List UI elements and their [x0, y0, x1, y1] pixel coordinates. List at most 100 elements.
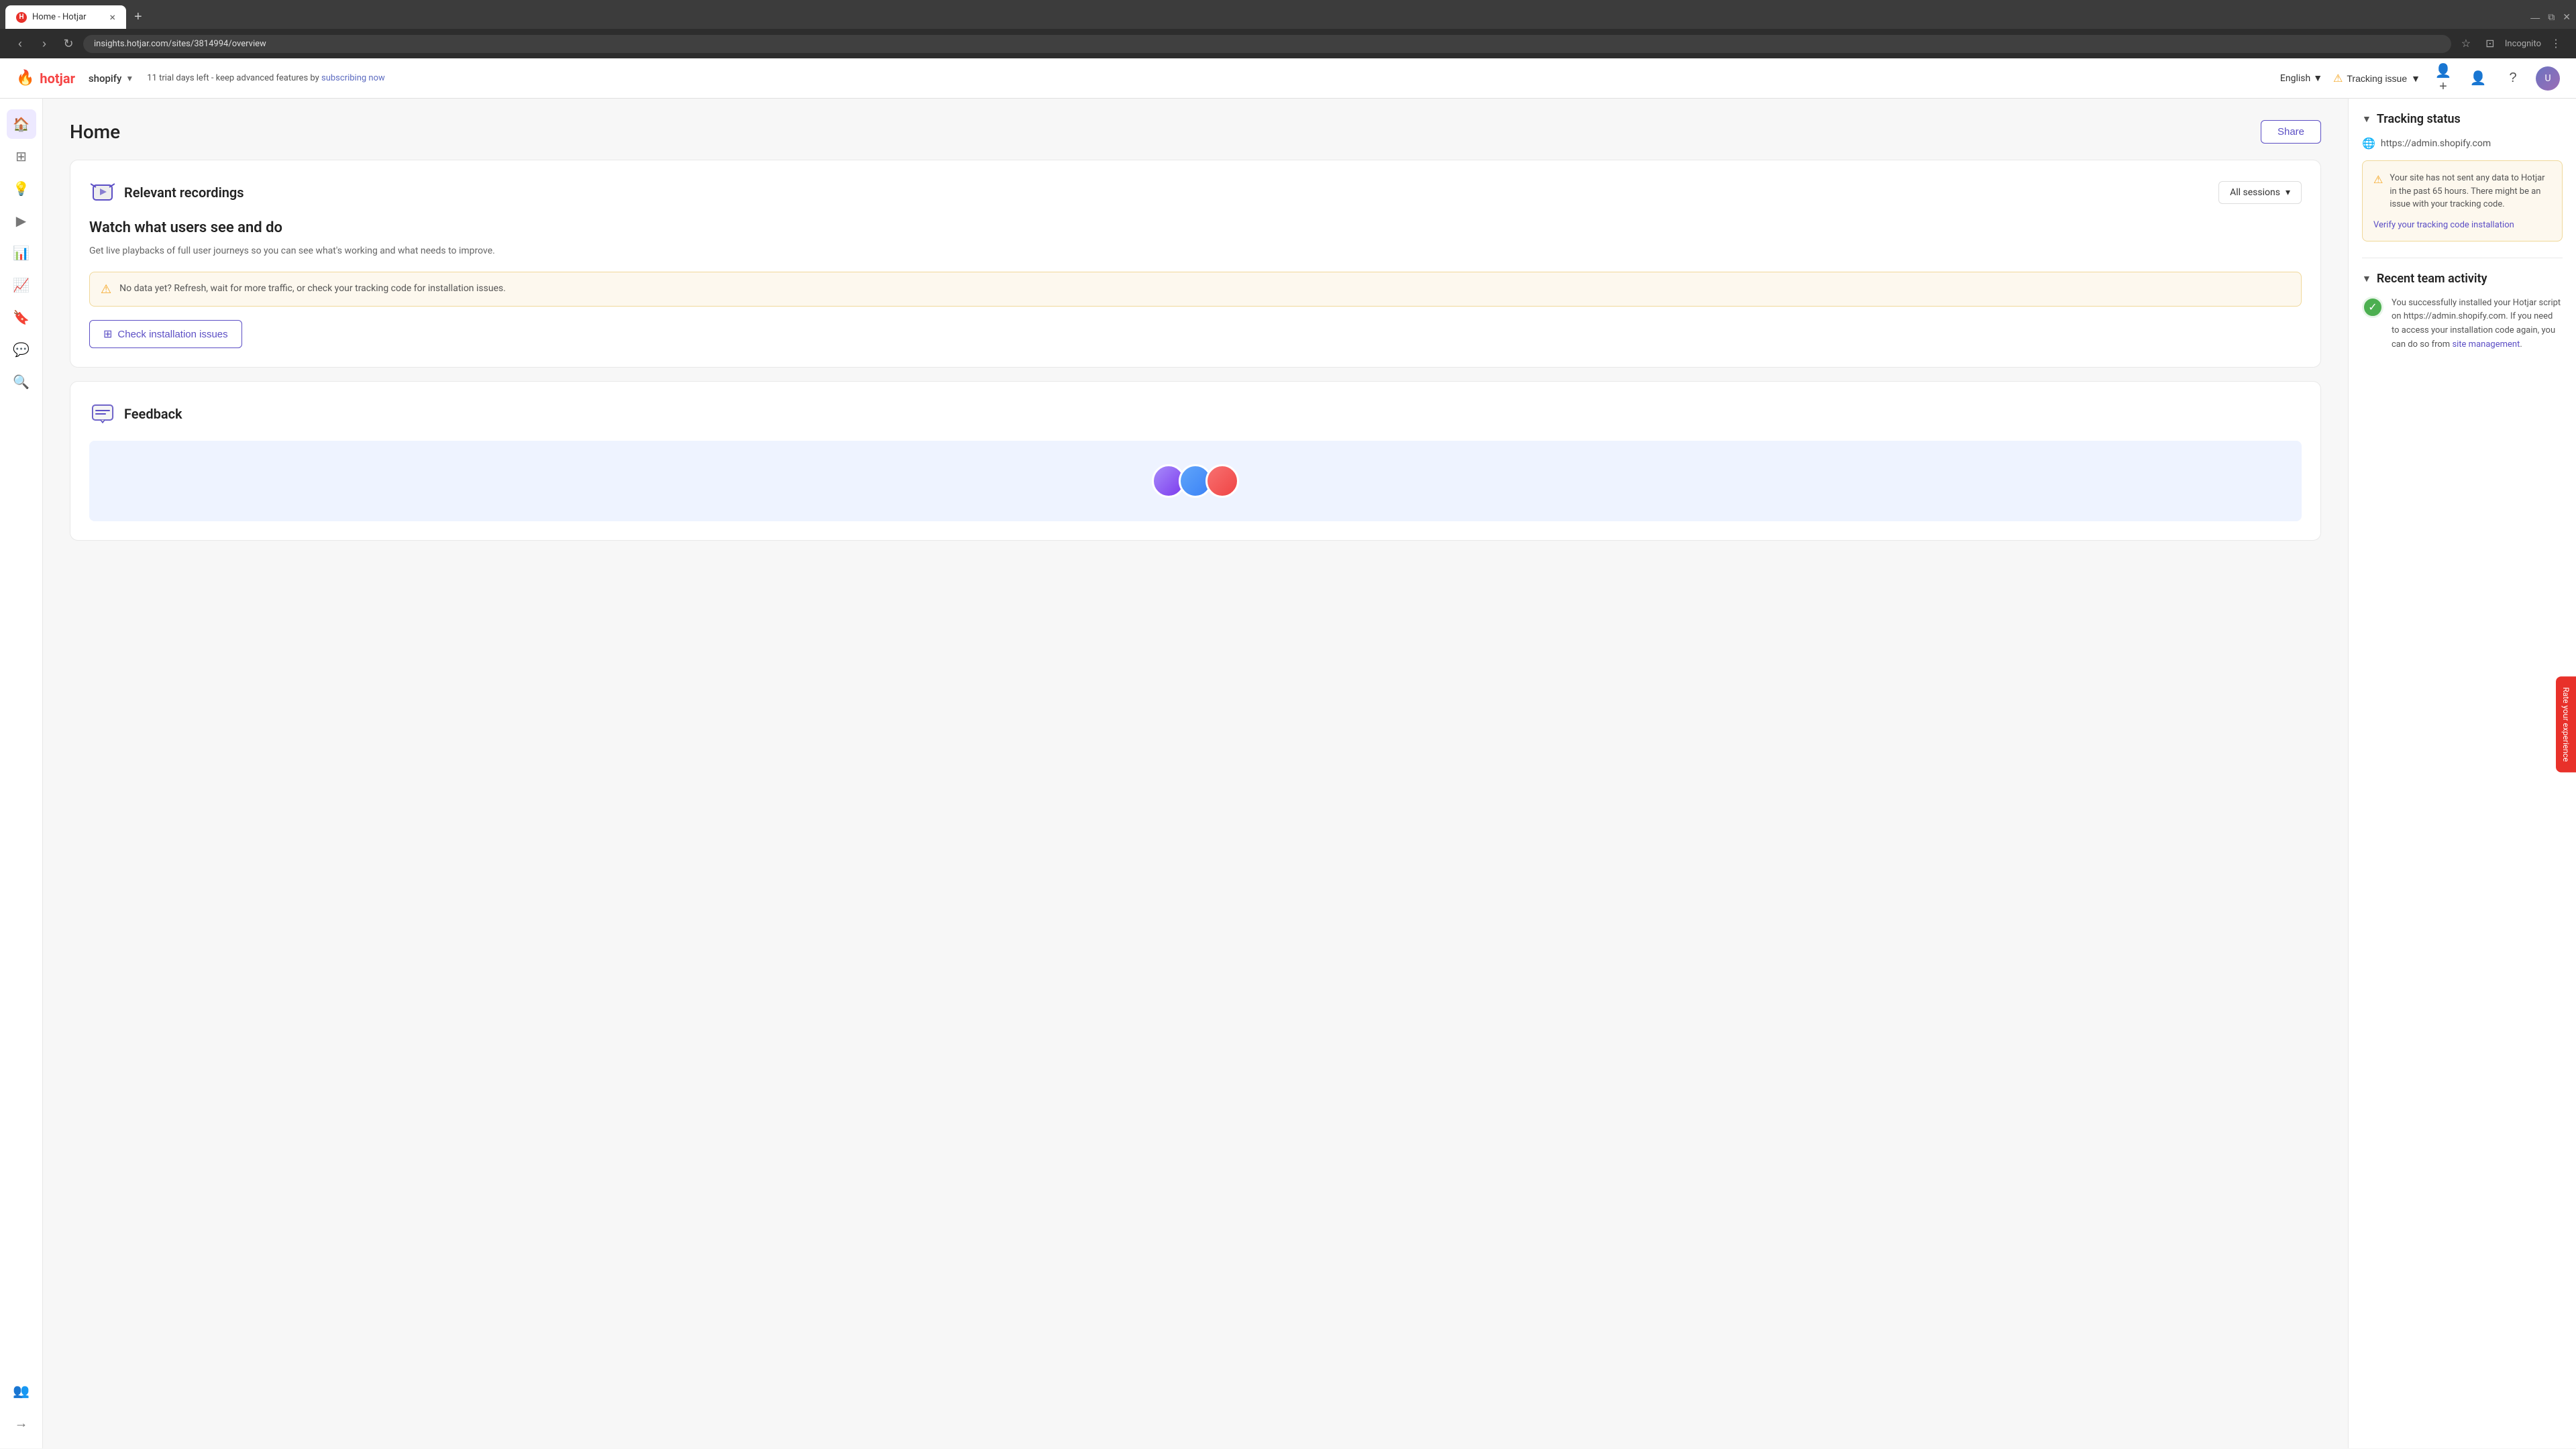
sidebar-item-insights[interactable]: 💡	[7, 174, 36, 203]
subscribe-link[interactable]: subscribing now	[321, 73, 385, 83]
content-area: Home Share	[43, 99, 2348, 1448]
address-bar[interactable]: insights.hotjar.com/sites/3814994/overvi…	[83, 35, 2451, 53]
rate-experience-tab[interactable]: Rate your experience	[2556, 676, 2576, 772]
app-container: 🔥 hotjar shopify ▼ 11 trial days left - …	[0, 58, 2576, 1448]
check-issues-label: Check installation issues	[117, 329, 227, 340]
tracking-issue-label: Tracking issue	[2347, 73, 2407, 84]
no-data-warning: ⚠ No data yet? Refresh, wait for more tr…	[89, 272, 2302, 307]
tracking-warning-header: ⚠ Your site has not sent any data to Hot…	[2373, 172, 2551, 211]
no-data-warning-text: No data yet? Refresh, wait for more traf…	[119, 282, 506, 296]
feedback-icon	[89, 400, 116, 427]
share-button[interactable]: Share	[2261, 120, 2321, 144]
check-issues-icon: ⊞	[103, 327, 112, 341]
tracking-issue-button[interactable]: ⚠ Tracking issue ▼	[2333, 72, 2420, 85]
language-chevron: ▼	[2313, 72, 2322, 84]
app-header: 🔥 hotjar shopify ▼ 11 trial days left - …	[0, 58, 2576, 99]
tracking-warning-icon: ⚠	[2373, 173, 2383, 186]
url-text: insights.hotjar.com/sites/3814994/overvi…	[94, 39, 266, 49]
tracking-status-header: ▼ Tracking status	[2362, 112, 2563, 126]
sidebar: 🏠 ⊞ 💡 ▶ 📊 📈 🔖 💬 🔍 👥 →	[0, 99, 43, 1448]
bookmark-button[interactable]: ☆	[2457, 34, 2475, 53]
sidebar-item-surveys[interactable]: 🔖	[7, 303, 36, 332]
activity-check-icon: ✓	[2362, 297, 2383, 318]
sidebar-bottom: 👥 →	[7, 1376, 36, 1438]
recordings-card-header: Relevant recordings All sessions ▾	[89, 179, 2302, 206]
globe-icon: 🌐	[2362, 137, 2375, 150]
feedback-card-title: Feedback	[124, 406, 182, 422]
site-management-link[interactable]: site management	[2452, 339, 2520, 350]
browser-controls: ‹ › ↻ insights.hotjar.com/sites/3814994/…	[0, 29, 2576, 58]
restore-button[interactable]: ⧉	[2548, 11, 2555, 23]
flame-icon: 🔥	[16, 70, 34, 87]
back-button[interactable]: ‹	[11, 34, 30, 53]
new-tab-button[interactable]: +	[129, 7, 148, 28]
user-avatar[interactable]: U	[2536, 66, 2560, 91]
recordings-card-title: Relevant recordings	[124, 184, 244, 201]
avatar-3	[1205, 464, 1239, 498]
sidebar-item-team[interactable]: 👥	[7, 1376, 36, 1405]
main-layout: 🏠 ⊞ 💡 ▶ 📊 📈 🔖 💬 🔍 👥 → Home Share	[0, 99, 2576, 1448]
sidebar-item-recordings[interactable]: ▶	[7, 206, 36, 235]
recordings-icon	[89, 179, 116, 206]
sidebar-item-home[interactable]: 🏠	[7, 109, 36, 139]
browser-chrome: H Home - Hotjar × + — ⧉ ✕ ‹ › ↻ insights…	[0, 0, 2576, 58]
verify-tracking-link[interactable]: Verify your tracking code installation	[2373, 220, 2514, 230]
sessions-dropdown[interactable]: All sessions ▾	[2218, 181, 2302, 204]
tracking-status-title: Tracking status	[2377, 112, 2461, 126]
forward-button[interactable]: ›	[35, 34, 54, 53]
help-button[interactable]: ?	[2501, 66, 2525, 91]
check-installation-button[interactable]: ⊞ Check installation issues	[89, 320, 242, 348]
site-name: shopify	[89, 72, 121, 85]
recent-activity-collapse-icon[interactable]: ▼	[2362, 273, 2371, 284]
avatar-group	[1152, 464, 1239, 498]
hotjar-logo: 🔥 hotjar	[16, 70, 75, 87]
activity-text: You successfully installed your Hotjar s…	[2392, 297, 2563, 352]
right-panel: ▼ Tracking status 🌐 https://admin.shopif…	[2348, 99, 2576, 1448]
logo-text: hotjar	[40, 70, 75, 87]
language-selector[interactable]: English ▼	[2280, 72, 2322, 84]
sidebar-collapse-button[interactable]: →	[7, 1408, 36, 1438]
manage-account-button[interactable]: 👤	[2466, 66, 2490, 91]
split-view-button[interactable]: ⊡	[2481, 34, 2500, 53]
activity-suffix: .	[2520, 339, 2522, 350]
reload-button[interactable]: ↻	[59, 34, 78, 53]
language-label: English	[2280, 73, 2310, 84]
tracking-status-collapse-icon[interactable]: ▼	[2362, 113, 2371, 125]
feedback-title-row: Feedback	[89, 400, 2302, 427]
header-right: English ▼ ⚠ Tracking issue ▼ 👤+ 👤 ? U	[2280, 66, 2560, 91]
sessions-dropdown-label: All sessions	[2230, 187, 2280, 198]
tab-favicon: H	[16, 12, 27, 23]
browser-action-buttons: ☆ ⊡ Incognito ⋮	[2457, 34, 2565, 53]
recordings-card: Relevant recordings All sessions ▾ Watch…	[70, 160, 2321, 368]
site-url-row: 🌐 https://admin.shopify.com	[2362, 137, 2563, 150]
sidebar-item-funnels[interactable]: 📈	[7, 270, 36, 300]
feedback-preview	[89, 441, 2302, 521]
active-tab[interactable]: H Home - Hotjar ×	[5, 5, 126, 29]
sidebar-item-dashboard[interactable]: ⊞	[7, 142, 36, 171]
site-url: https://admin.shopify.com	[2381, 138, 2491, 149]
close-button[interactable]: ✕	[2563, 11, 2571, 23]
card-title-row: Relevant recordings	[89, 179, 244, 206]
minimize-button[interactable]: —	[2530, 12, 2540, 23]
window-controls: — ⧉ ✕	[2530, 11, 2571, 23]
tab-close-button[interactable]: ×	[109, 11, 115, 23]
sessions-dropdown-chevron: ▾	[2286, 187, 2290, 198]
tracking-warning-box: ⚠ Your site has not sent any data to Hot…	[2362, 160, 2563, 241]
tab-title: Home - Hotjar	[32, 12, 87, 22]
activity-item: ✓ You successfully installed your Hotjar…	[2362, 297, 2563, 352]
trial-text: 11 trial days left - keep advanced featu…	[147, 73, 321, 83]
tracking-status-section: ▼ Tracking status 🌐 https://admin.shopif…	[2362, 112, 2563, 241]
sidebar-item-analytics[interactable]: 📊	[7, 238, 36, 268]
sidebar-item-observe[interactable]: 🔍	[7, 367, 36, 396]
recent-activity-header: ▼ Recent team activity	[2362, 272, 2563, 286]
site-selector[interactable]: shopify ▼	[89, 72, 133, 85]
recent-activity-title: Recent team activity	[2377, 272, 2487, 286]
menu-button[interactable]: ⋮	[2546, 34, 2565, 53]
recordings-section-heading: Watch what users see and do	[89, 219, 2302, 236]
add-user-button[interactable]: 👤+	[2431, 66, 2455, 91]
recent-activity-section: ▼ Recent team activity ✓ You successfull…	[2362, 272, 2563, 352]
sidebar-item-feedback[interactable]: 💬	[7, 335, 36, 364]
trial-notice: 11 trial days left - keep advanced featu…	[147, 73, 2267, 83]
tracking-issue-chevron: ▼	[2411, 73, 2420, 84]
tab-bar: H Home - Hotjar × + — ⧉ ✕	[0, 0, 2576, 29]
